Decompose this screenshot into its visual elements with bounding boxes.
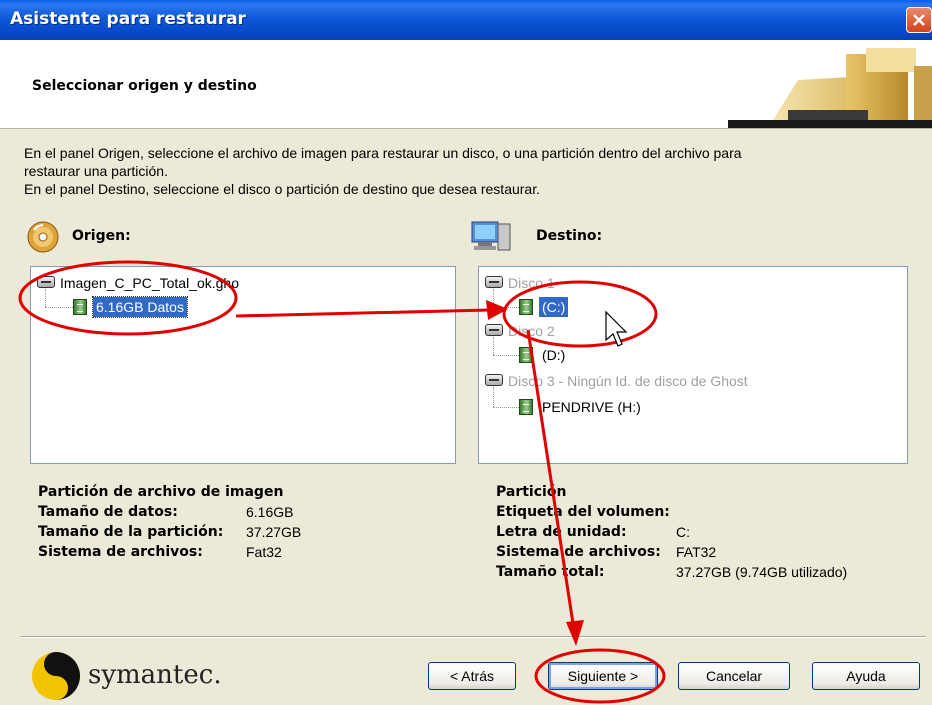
tree-connector [493,307,519,308]
destino-heading: Destino: [470,218,670,258]
info-value: FAT32 [676,544,717,560]
partition-icon [519,299,533,315]
origen-tree[interactable]: Imagen_C_PC_Total_ok.gho 6.16GB Datos [30,266,456,464]
disk-image-icon [37,276,55,288]
info-heading: Partición [496,484,567,500]
tree-connector [493,387,494,407]
destino-info: Partición Etiqueta del volumen: Letra de… [496,484,916,604]
symantec-logo: symantec. [30,650,222,705]
next-button[interactable]: Siguiente > [548,662,658,690]
disk-icon [485,276,503,288]
info-value: C: [676,524,690,540]
partition-icon [73,299,87,315]
partition-icon [519,399,533,415]
tree-connector [493,407,519,408]
instructions: En el panel Origen, seleccione el archiv… [24,144,894,198]
tree-item-label: Disco 3 - Ningún Id. de disco de Ghost [508,373,748,389]
tree-item-label: Imagen_C_PC_Total_ok.gho [60,275,240,291]
info-key: Tamaño total: [496,564,605,580]
symantec-logo-icon [32,652,80,700]
brand-name: symantec. [88,660,222,690]
banner-graphic-icon [728,48,932,128]
cancel-button[interactable]: Cancelar [678,662,790,690]
origen-heading: Origen: [26,218,226,258]
info-key: Tamaño de datos: [38,504,178,520]
tree-connector [493,289,494,307]
title-bar: Asistente para restaurar [0,0,932,40]
computer-icon [471,221,511,251]
cd-icon [27,221,59,253]
tree-connector [493,355,519,356]
annotation-arrowhead [566,620,584,646]
footer-divider [20,636,926,638]
destino-label: Destino: [536,228,603,244]
partition-icon [519,347,533,363]
disk-icon [485,324,503,336]
close-button[interactable] [906,7,932,33]
tree-item-label: (C:) [539,297,569,317]
close-icon [913,14,925,26]
destino-tree[interactable]: Disco 1 (C:) Disco 2 (D:) Disco 3 - Ning… [478,266,908,464]
instructions-line: En el panel Destino, seleccione el disco… [24,181,540,197]
tree-connector [45,307,73,308]
info-value: Fat32 [246,544,282,560]
info-value: 6.16GB [246,504,294,520]
window-title: Asistente para restaurar [10,9,246,29]
info-value: 37.27GB [246,524,302,540]
tree-connector [45,289,46,307]
tree-item-label: Disco 1 [508,275,555,291]
origen-info: Partición de archivo de imagen Tamaño de… [38,484,448,584]
info-key: Tamaño de la partición: [38,524,224,540]
disk-icon [485,374,503,386]
wizard-header: Seleccionar origen y destino [0,40,932,129]
info-key: Sistema de archivos: [38,544,203,560]
help-button[interactable]: Ayuda [812,662,920,690]
tree-item-label: PENDRIVE (H:) [542,399,641,415]
instructions-line: restaurar una partición. [24,163,168,179]
tree-connector [493,337,494,355]
instructions-line: En el panel Origen, seleccione el archiv… [24,145,742,161]
tree-item-label: (D:) [542,347,566,363]
page-subtitle: Seleccionar origen y destino [32,78,257,94]
origen-label: Origen: [72,228,131,244]
info-value: 37.27GB (9.74GB utilizado) [676,564,848,580]
tree-item-label: 6.16GB Datos [92,296,188,318]
info-key: Letra de unidad: [496,524,627,540]
back-button[interactable]: < Atrás [428,662,516,690]
info-heading: Partición de archivo de imagen [38,484,284,500]
info-key: Etiqueta del volumen: [496,504,670,520]
tree-item-label: Disco 2 [508,323,555,339]
info-key: Sistema de archivos: [496,544,661,560]
